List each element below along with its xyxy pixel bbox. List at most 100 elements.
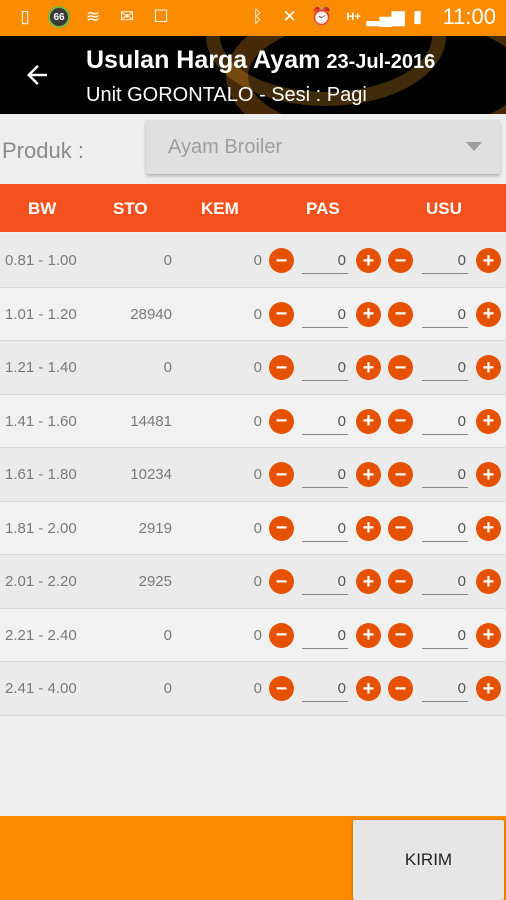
- usu-plus-icon[interactable]: +: [476, 248, 501, 273]
- pas-plus-icon[interactable]: +: [356, 248, 381, 273]
- table-row: 2.41 - 4.00 0 0 − 0 + − 0 +: [0, 662, 506, 716]
- usu-plus-icon[interactable]: +: [476, 622, 501, 648]
- pas-plus-icon[interactable]: +: [356, 569, 381, 594]
- column-header-sto: STO: [113, 199, 148, 218]
- usu-minus-icon[interactable]: −: [388, 248, 413, 273]
- alarm-icon: ⏰: [310, 7, 333, 26]
- usu-minus-icon[interactable]: −: [388, 676, 413, 701]
- pas-minus-icon[interactable]: −: [269, 355, 294, 380]
- usu-minus-icon[interactable]: −: [388, 355, 413, 380]
- pas-input[interactable]: 0: [302, 514, 348, 542]
- pas-plus-icon[interactable]: +: [356, 622, 381, 648]
- signal-icon: ▂▄▆: [366, 7, 405, 26]
- usu-plus-icon[interactable]: +: [476, 355, 501, 380]
- pas-plus-icon[interactable]: +: [356, 408, 381, 434]
- usu-input[interactable]: 0: [422, 407, 468, 435]
- usu-plus-icon[interactable]: +: [476, 301, 501, 327]
- usu-minus-icon[interactable]: −: [388, 301, 413, 327]
- cell-kem: 0: [253, 412, 262, 430]
- pas-minus-icon[interactable]: −: [269, 248, 294, 273]
- usu-input[interactable]: 0: [422, 246, 468, 274]
- usu-plus-icon[interactable]: +: [476, 676, 501, 701]
- pas-plus-icon[interactable]: +: [356, 515, 381, 541]
- cell-sto: 10234: [130, 466, 172, 483]
- usu-plus-icon[interactable]: +: [476, 462, 501, 487]
- usu-plus-icon[interactable]: +: [476, 408, 501, 434]
- cell-kem: 0: [253, 359, 262, 376]
- cell-bw: 1.01 - 1.20: [5, 305, 77, 323]
- pas-plus-icon[interactable]: +: [356, 462, 381, 487]
- usu-minus-icon[interactable]: −: [388, 569, 413, 594]
- usu-minus-icon[interactable]: −: [388, 622, 413, 648]
- table-row: 0.81 - 1.00 0 0 − 0 + − 0 +: [0, 234, 506, 288]
- table-row: 1.61 - 1.80 10234 0 − 0 + − 0 +: [0, 448, 506, 502]
- cell-kem: 0: [253, 680, 262, 697]
- table-row: 2.01 - 2.20 2925 0 − 0 + − 0 +: [0, 555, 506, 609]
- usu-input[interactable]: 0: [422, 300, 468, 328]
- page-title: Usulan Harga Ayam 23-Jul-2016: [86, 46, 435, 75]
- cell-kem: 0: [253, 519, 262, 537]
- pas-minus-icon[interactable]: −: [269, 622, 294, 648]
- title-text: Usulan Harga Ayam: [86, 46, 321, 74]
- column-header-bw: BW: [28, 199, 57, 218]
- usu-input[interactable]: 0: [422, 674, 468, 702]
- cell-bw: 1.81 - 2.00: [5, 519, 77, 537]
- usu-minus-icon[interactable]: −: [388, 515, 413, 541]
- cell-bw: 2.21 - 2.40: [5, 626, 77, 644]
- usu-plus-icon[interactable]: +: [476, 569, 501, 594]
- usu-input[interactable]: 0: [422, 460, 468, 488]
- table-row: 1.01 - 1.20 28940 0 − 0 + − 0 +: [0, 287, 506, 341]
- pas-minus-icon[interactable]: −: [269, 676, 294, 701]
- column-header-usu: USU: [426, 199, 462, 218]
- usu-minus-icon[interactable]: −: [388, 462, 413, 487]
- table-row: 1.41 - 1.60 14481 0 − 0 + − 0 +: [0, 394, 506, 448]
- app-bar: Usulan Harga Ayam 23-Jul-2016 Unit GORONT…: [0, 36, 506, 114]
- usu-input[interactable]: 0: [422, 514, 468, 542]
- produk-dropdown[interactable]: Ayam Broiler: [146, 120, 500, 174]
- pas-plus-icon[interactable]: +: [356, 301, 381, 327]
- title-date: 23-Jul-2016: [326, 51, 436, 73]
- cell-bw: 2.41 - 4.00: [5, 680, 77, 697]
- status-bar: ▯ 66 ≋ ✉ ☐ ᛒ ✕ ⏰ H+ ▂▄▆ ▮ 11:00: [0, 0, 506, 36]
- pas-input[interactable]: 0: [302, 300, 348, 328]
- column-header-pas: PAS: [306, 199, 340, 218]
- usu-input[interactable]: 0: [422, 621, 468, 649]
- cell-bw: 1.41 - 1.60: [5, 412, 77, 430]
- kirim-button[interactable]: KIRIM: [353, 820, 504, 900]
- mute-icon: ✕: [282, 7, 297, 26]
- pas-input[interactable]: 0: [302, 674, 348, 702]
- usu-input[interactable]: 0: [422, 567, 468, 595]
- cell-bw: 1.61 - 1.80: [5, 466, 77, 483]
- cell-sto: 2919: [138, 519, 172, 537]
- table-row: 1.21 - 1.40 0 0 − 0 + − 0 +: [0, 341, 506, 395]
- clock: 11:00: [442, 4, 496, 29]
- bluetooth-icon: ᛒ: [252, 7, 263, 26]
- wifi-icon: ≋: [85, 7, 101, 26]
- usu-input[interactable]: 0: [422, 353, 468, 381]
- pas-input[interactable]: 0: [302, 567, 348, 595]
- pas-input[interactable]: 0: [302, 353, 348, 381]
- usu-minus-icon[interactable]: −: [388, 408, 413, 434]
- column-header-kem: KEM: [201, 199, 239, 218]
- pas-plus-icon[interactable]: +: [356, 355, 381, 380]
- pas-minus-icon[interactable]: −: [269, 462, 294, 487]
- back-arrow-icon[interactable]: [22, 60, 54, 92]
- pas-input[interactable]: 0: [302, 246, 348, 274]
- pas-input[interactable]: 0: [302, 407, 348, 435]
- cell-sto: 2925: [138, 573, 172, 590]
- pas-plus-icon[interactable]: +: [356, 676, 381, 701]
- pas-minus-icon[interactable]: −: [269, 515, 294, 541]
- pas-input[interactable]: 0: [302, 460, 348, 488]
- pas-input[interactable]: 0: [302, 621, 348, 649]
- table-header: BW STO KEM PAS USU: [0, 184, 506, 232]
- usu-plus-icon[interactable]: +: [476, 515, 501, 541]
- cell-kem: 0: [253, 305, 262, 323]
- produk-selected-value: Ayam Broiler: [168, 136, 283, 158]
- pas-minus-icon[interactable]: −: [269, 408, 294, 434]
- pas-minus-icon[interactable]: −: [269, 301, 294, 327]
- cell-kem: 0: [253, 466, 262, 483]
- chat-icon: ☐: [153, 7, 169, 26]
- network-type-icon: H+: [346, 11, 361, 23]
- pas-minus-icon[interactable]: −: [269, 569, 294, 594]
- app-badge-icon: 66: [48, 6, 70, 28]
